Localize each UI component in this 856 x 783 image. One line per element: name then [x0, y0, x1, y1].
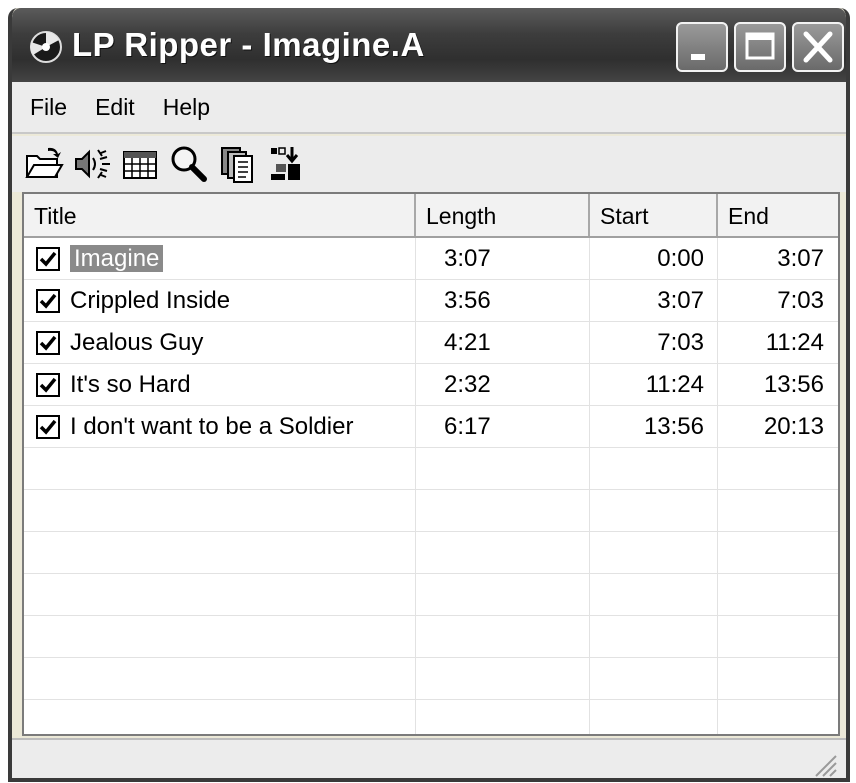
row-checkbox[interactable]: [36, 415, 60, 439]
track-end: 20:13: [763, 413, 824, 440]
table-row[interactable]: Imagine 3:07 0:00 3:07: [24, 238, 838, 280]
minimize-button[interactable]: [676, 22, 728, 72]
app-window: LP Ripper - Imagine.A File Edit Help Tit…: [8, 8, 850, 782]
minimize-icon: [691, 54, 705, 60]
track-title: I don't want to be a Soldier: [70, 413, 354, 440]
empty-row: [24, 490, 838, 532]
checkmark-icon: [39, 377, 57, 393]
maximize-icon: [745, 32, 775, 60]
split-tracks-icon[interactable]: [268, 144, 308, 184]
resize-grip-icon[interactable]: [812, 752, 838, 778]
window-title: LP Ripper - Imagine.A: [72, 26, 425, 63]
menu-edit[interactable]: Edit: [95, 94, 135, 121]
status-bar: [12, 738, 846, 778]
track-end: 7:03: [777, 287, 824, 314]
list-header: Title Length Start End: [24, 194, 838, 238]
track-title: Imagine: [70, 245, 164, 272]
empty-row: [24, 448, 838, 490]
track-length: 3:07: [444, 245, 491, 272]
empty-row: [24, 616, 838, 658]
magnifier-icon[interactable]: [168, 144, 208, 184]
track-length: 3:56: [444, 287, 491, 314]
menu-bar: File Edit Help: [12, 82, 846, 134]
track-start: 0:00: [657, 245, 704, 272]
table-row[interactable]: It's so Hard 2:32 11:24 13:56: [24, 364, 838, 406]
track-length: 2:32: [444, 371, 491, 398]
checkmark-icon: [39, 335, 57, 351]
checkmark-icon: [39, 251, 57, 267]
track-title: Jealous Guy: [70, 329, 204, 356]
column-header-title[interactable]: Title: [24, 194, 416, 236]
track-end: 3:07: [777, 245, 824, 272]
menu-file[interactable]: File: [30, 94, 67, 121]
row-checkbox[interactable]: [36, 331, 60, 355]
copy-pages-icon[interactable]: [218, 144, 258, 184]
track-end: 11:24: [765, 329, 824, 356]
column-header-length[interactable]: Length: [416, 194, 590, 236]
track-start: 11:24: [645, 371, 704, 398]
open-folder-icon[interactable]: [24, 144, 64, 184]
close-button[interactable]: [792, 22, 844, 72]
empty-row: [24, 658, 838, 700]
close-icon: [803, 31, 833, 63]
table-row[interactable]: Jealous Guy 4:21 7:03 11:24: [24, 322, 838, 364]
track-title: It's so Hard: [70, 371, 191, 398]
row-checkbox[interactable]: [36, 247, 60, 271]
lp-record-icon: [30, 31, 62, 63]
menu-help[interactable]: Help: [163, 94, 210, 121]
maximize-button[interactable]: [734, 22, 786, 72]
table-row[interactable]: I don't want to be a Soldier 6:17 13:56 20:…: [24, 406, 838, 448]
track-start: 13:56: [643, 413, 704, 440]
row-checkbox[interactable]: [36, 373, 60, 397]
empty-row: [24, 532, 838, 574]
track-start: 7:03: [657, 329, 704, 356]
column-header-end[interactable]: End: [718, 194, 838, 236]
grid-table-icon[interactable]: [120, 144, 160, 184]
track-start: 3:07: [657, 287, 704, 314]
track-length: 4:21: [444, 329, 491, 356]
checkmark-icon: [39, 419, 57, 435]
track-length: 6:17: [444, 413, 491, 440]
empty-row: [24, 574, 838, 616]
track-end: 13:56: [763, 371, 824, 398]
track-title: Crippled Inside: [70, 287, 231, 314]
column-header-start[interactable]: Start: [590, 194, 718, 236]
track-list[interactable]: Title Length Start End Imagine 3:07 0:00 3:…: [22, 192, 840, 736]
row-checkbox[interactable]: [36, 289, 60, 313]
title-bar[interactable]: LP Ripper - Imagine.A: [12, 8, 846, 82]
record-speaker-icon[interactable]: [72, 144, 112, 184]
table-row[interactable]: Crippled Inside 3:56 3:07 7:03: [24, 280, 838, 322]
empty-row: [24, 700, 838, 734]
checkmark-icon: [39, 293, 57, 309]
toolbar: [12, 136, 846, 192]
